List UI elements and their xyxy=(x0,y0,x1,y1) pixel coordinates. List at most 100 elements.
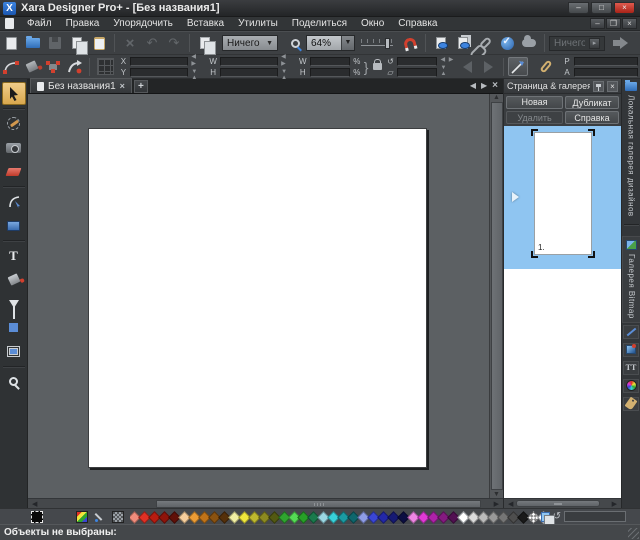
height-input[interactable] xyxy=(220,68,278,77)
maximize-button[interactable]: □ xyxy=(591,2,612,14)
width-input[interactable] xyxy=(220,57,278,66)
child-minimize-button[interactable]: – xyxy=(590,18,605,29)
zoom-tool-icon[interactable] xyxy=(284,33,306,53)
flip-horizontal-icon[interactable] xyxy=(457,57,478,77)
stretch-dropdown-arrow-icon[interactable]: ▸ xyxy=(589,38,600,49)
palette-options-icon[interactable] xyxy=(112,511,124,523)
pin-icon[interactable] xyxy=(593,81,604,92)
scroll-left-icon[interactable]: ◀ xyxy=(28,500,41,508)
a-input[interactable] xyxy=(574,68,638,77)
scroll-right-icon[interactable]: ▶ xyxy=(490,500,503,508)
paste-icon[interactable] xyxy=(88,33,110,53)
snap-magnet-icon[interactable] xyxy=(399,33,421,53)
tab-bar-close-icon[interactable]: × xyxy=(492,80,498,91)
menu-window[interactable]: Окно xyxy=(354,18,391,29)
menu-insert[interactable]: Вставка xyxy=(180,18,231,29)
shadow-tool[interactable] xyxy=(2,316,26,339)
lock-aspect-icon[interactable] xyxy=(373,63,382,70)
rotate-input[interactable] xyxy=(397,57,437,66)
width-scale-input[interactable] xyxy=(310,57,350,66)
spinner-lr-icon[interactable]: ◀ ▶ xyxy=(440,56,454,63)
designs-gallery-tab[interactable]: Локальная галерея дизайнов xyxy=(625,79,637,220)
current-color-indicator[interactable] xyxy=(31,511,43,523)
transparency-tool[interactable] xyxy=(2,292,26,315)
zoom-dropdown-arrow-icon[interactable]: ▼ xyxy=(341,36,354,50)
resize-grip-icon[interactable] xyxy=(628,528,639,539)
color-name-input[interactable] xyxy=(564,511,626,522)
zoom-tool[interactable] xyxy=(2,370,26,393)
document-page[interactable] xyxy=(88,128,427,468)
scroll-down-icon[interactable]: ▼ xyxy=(493,491,500,498)
menu-share[interactable]: Поделиться xyxy=(285,18,354,29)
rotate-mode-icon[interactable] xyxy=(64,57,85,77)
contour-tool[interactable] xyxy=(2,340,26,363)
forward-icon[interactable] xyxy=(613,33,635,53)
curve-handle-icon[interactable] xyxy=(0,57,21,77)
color-editor-icon[interactable] xyxy=(76,511,88,523)
save-icon[interactable] xyxy=(44,33,66,53)
menu-help[interactable]: Справка xyxy=(391,18,444,29)
zoom-slider[interactable] xyxy=(361,38,393,48)
page-list[interactable]: 1. xyxy=(504,126,621,498)
selector-tool[interactable] xyxy=(2,82,26,105)
zoom-level-value[interactable]: 64% xyxy=(307,38,341,49)
tab-close-icon[interactable]: × xyxy=(120,81,125,91)
web-export-icon[interactable] xyxy=(496,33,518,53)
arrange-windows-icon[interactable] xyxy=(194,33,216,53)
menu-file[interactable]: Файл xyxy=(20,18,59,29)
bitmap-gallery-tab[interactable]: Галерея Bitmap xyxy=(622,236,640,323)
menu-utilities[interactable]: Утилиты xyxy=(231,18,285,29)
new-tab-button[interactable]: + xyxy=(134,80,148,93)
vertical-scrollbar-thumb[interactable] xyxy=(491,102,503,490)
name-gallery-icon[interactable] xyxy=(623,397,639,411)
y-input[interactable] xyxy=(130,68,188,77)
paperclip-icon[interactable] xyxy=(536,57,557,77)
color-gallery-icon[interactable] xyxy=(623,379,639,393)
skew-input[interactable] xyxy=(397,68,437,77)
panel-close-icon[interactable]: × xyxy=(607,81,618,92)
font-gallery-icon[interactable]: TT xyxy=(623,361,639,375)
child-restore-button[interactable]: ❐ xyxy=(606,18,621,29)
selected-object-dropdown[interactable]: Ничего▼ xyxy=(222,35,278,51)
tab-scroll-right-icon[interactable]: ▶ xyxy=(481,81,487,90)
document-icon[interactable] xyxy=(5,18,14,29)
fill-gallery-icon[interactable] xyxy=(623,343,639,357)
panel-horizontal-scrollbar[interactable]: ◀ ▶ xyxy=(504,498,621,508)
menu-edit[interactable]: Правка xyxy=(59,18,107,29)
web-publish-icon[interactable] xyxy=(518,33,540,53)
child-close-button[interactable]: × xyxy=(622,18,637,29)
canvas[interactable] xyxy=(28,94,489,498)
import-icon[interactable] xyxy=(66,33,88,53)
horizontal-scrollbar[interactable]: ◀ ▶ xyxy=(28,498,503,508)
text-tool[interactable]: T xyxy=(2,244,26,267)
document-tab[interactable]: Без названия1 × xyxy=(30,78,132,93)
preview-page-icon[interactable] xyxy=(430,33,452,53)
zoom-level-combo[interactable]: 64% ▼ xyxy=(306,35,355,51)
link-icon[interactable] xyxy=(474,33,496,53)
minimize-button[interactable]: – xyxy=(568,2,589,14)
selected-page-row[interactable]: 1. xyxy=(504,126,621,269)
anchor-grid-icon[interactable] xyxy=(94,57,117,77)
x-input[interactable] xyxy=(130,57,188,66)
horizontal-scrollbar-thumb[interactable] xyxy=(156,500,481,508)
preview-all-icon[interactable] xyxy=(452,33,474,53)
scroll-up-icon[interactable]: ▲ xyxy=(493,94,500,101)
panel-header[interactable]: Страница & галерея с... × xyxy=(504,79,621,94)
photo-enhance-tool[interactable] xyxy=(2,112,26,135)
color-picker-icon[interactable] xyxy=(94,511,106,523)
delete-icon[interactable]: × xyxy=(119,33,141,53)
spinner-ud-icon[interactable]: ▼ ▲ xyxy=(440,65,454,77)
panel-scrollbar-thumb[interactable] xyxy=(516,500,600,507)
fill-bucket-icon[interactable] xyxy=(21,57,42,77)
pointer-mode-icon[interactable] xyxy=(508,57,527,76)
new-page-button[interactable]: Новая страница xyxy=(506,96,563,109)
tab-scroll-left-icon[interactable]: ◀ xyxy=(470,81,476,90)
eraser-tool[interactable] xyxy=(2,160,26,183)
p-input[interactable] xyxy=(574,57,638,66)
page-thumbnail[interactable]: 1. xyxy=(534,132,592,255)
scroll-right-icon[interactable]: ▶ xyxy=(608,500,621,508)
undo-icon[interactable]: ↶ xyxy=(141,33,163,53)
vertical-scrollbar[interactable]: ▲ ▼ xyxy=(489,94,503,498)
help-button[interactable]: Справка xyxy=(565,111,619,124)
new-document-icon[interactable] xyxy=(0,33,22,53)
